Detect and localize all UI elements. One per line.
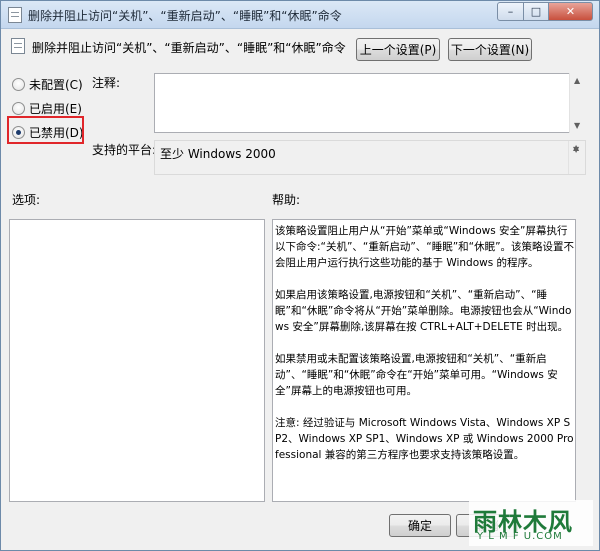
platform-value: 至少 Windows 2000 xyxy=(160,147,276,161)
window-title: 删除并阻止访问“关机”、“重新启动”、“睡眠”和“休眠”命令 xyxy=(28,9,342,23)
ok-button[interactable]: 确定 xyxy=(389,514,451,537)
policy-document-icon xyxy=(8,7,22,23)
help-paragraph: 注意: 经过验证与 Microsoft Windows Vista、Window… xyxy=(275,417,574,461)
selection-highlight-box xyxy=(7,116,84,144)
help-paragraph: 如果禁用或未配置该策略设置,电源按钮和“关机”、“重新启动”、“睡眠”和“休眠”… xyxy=(275,353,558,397)
radio-label: 已启用(E) xyxy=(29,102,82,116)
policy-name: 删除并阻止访问“关机”、“重新启动”、“睡眠”和“休眠”命令 xyxy=(32,41,346,55)
options-pane xyxy=(9,219,265,502)
help-text: 该策略设置阻止用户从“开始”菜单或“Windows 安全”屏幕执行以下命令:“关… xyxy=(275,223,575,479)
close-button[interactable]: ✕ xyxy=(548,2,593,21)
radio-not-configured[interactable]: 未配置(C) xyxy=(12,76,83,93)
radio-button[interactable] xyxy=(12,102,25,115)
comment-label: 注释: xyxy=(92,76,121,90)
help-pane[interactable]: 该策略设置阻止用户从“开始”菜单或“Windows 安全”屏幕执行以下命令:“关… xyxy=(272,219,576,502)
platform-scrollbar[interactable]: ▲ ▼ xyxy=(568,141,585,174)
caption-buttons: – □ ✕ xyxy=(497,2,593,22)
comment-textarea[interactable] xyxy=(154,73,586,133)
scroll-down-icon[interactable]: ▼ xyxy=(573,145,579,172)
help-paragraph: 该策略设置阻止用户从“开始”菜单或“Windows 安全”屏幕执行以下命令:“关… xyxy=(275,225,575,269)
watermark-logo: 雨林木风 Y L M F U.COM xyxy=(469,500,593,546)
previous-setting-button[interactable]: 上一个设置(P) xyxy=(356,38,440,61)
help-label: 帮助: xyxy=(272,193,301,207)
watermark-sub-text: Y L M F U.COM xyxy=(477,531,563,542)
radio-label: 未配置(C) xyxy=(29,78,83,92)
minimize-button[interactable]: – xyxy=(497,2,524,21)
maximize-button[interactable]: □ xyxy=(523,2,549,21)
radio-enabled[interactable]: 已启用(E) xyxy=(12,100,82,117)
policy-setting-icon xyxy=(11,38,25,54)
help-paragraph: 如果启用该策略设置,电源按钮和“关机”、“重新启动”、“睡眠”和“休眠”命令将从… xyxy=(275,289,572,333)
platform-label: 支持的平台: xyxy=(92,143,157,157)
radio-button[interactable] xyxy=(12,78,25,91)
title-bar[interactable]: 删除并阻止访问“关机”、“重新启动”、“睡眠”和“休眠”命令 – □ ✕ xyxy=(1,1,599,29)
options-label: 选项: xyxy=(12,193,41,207)
policy-dialog: 删除并阻止访问“关机”、“重新启动”、“睡眠”和“休眠”命令 – □ ✕ 删除并… xyxy=(0,0,600,551)
next-setting-button[interactable]: 下一个设置(N) xyxy=(448,38,532,61)
platform-box: 至少 Windows 2000 ▲ ▼ xyxy=(154,140,586,175)
